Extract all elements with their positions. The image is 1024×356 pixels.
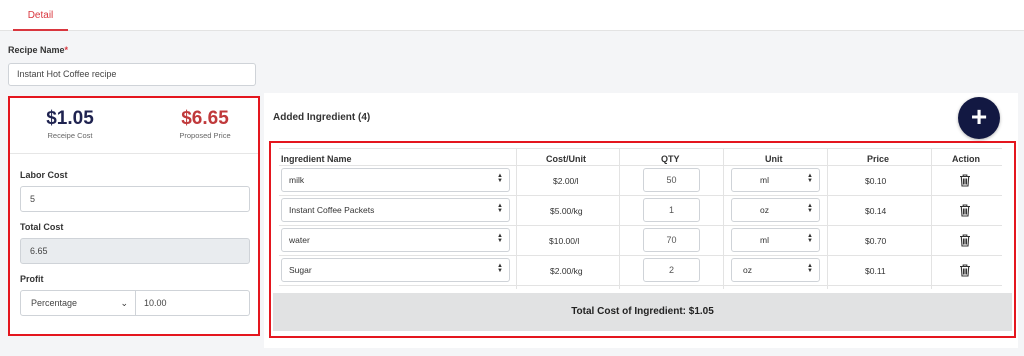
- sort-arrows-icon: ▲ ▼: [807, 203, 813, 215]
- cost-unit-cell: $2.00/kg: [550, 266, 583, 276]
- qty-input[interactable]: 50: [643, 168, 700, 192]
- price-cell: $0.70: [865, 236, 887, 246]
- trash-icon[interactable]: [959, 234, 971, 247]
- recipe-cost-block: $1.05 Receipe Cost: [40, 108, 100, 140]
- profit-type-select[interactable]: Percentage ⌄: [20, 290, 136, 316]
- table-line: [279, 225, 1002, 226]
- table-line: [279, 255, 1002, 256]
- ingredient-select[interactable]: Instant Coffee Packets ▲ ▼: [281, 198, 510, 222]
- proposed-price-label: Proposed Price: [179, 131, 231, 140]
- profit-value-input[interactable]: 10.00: [136, 290, 250, 316]
- proposed-price-block: $6.65 Proposed Price: [170, 108, 240, 140]
- trash-icon[interactable]: [959, 204, 971, 217]
- trash-icon[interactable]: [959, 174, 971, 187]
- profit-label: Profit: [20, 274, 44, 284]
- total-cost-label: Total Cost: [20, 222, 64, 232]
- total-cost-input: 6.65: [20, 238, 250, 264]
- price-cell: $0.11: [865, 266, 886, 276]
- table-line: [279, 148, 1002, 149]
- sort-arrows-icon: ▲ ▼: [807, 173, 813, 185]
- column-header-qty: QTY: [661, 154, 680, 164]
- table-line: [516, 148, 517, 289]
- total-cost-of-ingredient: Total Cost of Ingredient: $1.05: [273, 293, 1012, 331]
- table-line: [619, 148, 620, 289]
- sort-arrows-icon: ▲ ▼: [497, 233, 503, 245]
- ingredient-select[interactable]: water ▲ ▼: [281, 228, 510, 252]
- price-cell: $0.14: [865, 206, 887, 216]
- column-header-cost-unit: Cost/Unit: [546, 154, 586, 164]
- table-line: [279, 285, 1002, 286]
- column-header-action: Action: [952, 154, 980, 164]
- recipe-cost-value: $1.05: [46, 108, 94, 129]
- unit-select[interactable]: oz ▲ ▼: [731, 198, 820, 222]
- sort-arrows-icon: ▲ ▼: [497, 263, 503, 275]
- table-line: [827, 148, 828, 289]
- sort-arrows-icon: ▲ ▼: [807, 233, 813, 245]
- column-header-ingredient: Ingredient Name: [281, 154, 352, 164]
- table-line: [279, 165, 1002, 166]
- added-ingredient-title: Added Ingredient (4): [273, 112, 371, 123]
- table-line: [279, 195, 1002, 196]
- labor-cost-input[interactable]: 5: [20, 186, 250, 212]
- tab-detail[interactable]: Detail: [13, 10, 68, 31]
- recipe-name-label: Recipe Name*: [8, 45, 69, 55]
- unit-select[interactable]: ml ▲ ▼: [731, 168, 820, 192]
- divider: [10, 153, 258, 154]
- sort-arrows-icon: ▲ ▼: [497, 173, 503, 185]
- recipe-name-input[interactable]: Instant Hot Coffee recipe: [8, 63, 256, 86]
- trash-icon[interactable]: [959, 264, 971, 277]
- qty-input[interactable]: 70: [643, 228, 700, 252]
- unit-select[interactable]: oz ▲ ▼: [731, 258, 820, 282]
- qty-input[interactable]: 1: [643, 198, 700, 222]
- recipe-cost-label: Receipe Cost: [47, 131, 93, 140]
- cost-unit-cell: $2.00/l: [553, 176, 579, 186]
- ingredients-card: Added Ingredient (4) + Ingredient Name C…: [264, 93, 1018, 348]
- sort-arrows-icon: ▲ ▼: [497, 203, 503, 215]
- cost-unit-cell: $5.00/kg: [550, 206, 583, 216]
- cost-summary-card: $1.05 Receipe Cost $6.65 Proposed Price …: [8, 96, 260, 336]
- chevron-down-icon: ⌄: [120, 298, 128, 308]
- labor-cost-label: Labor Cost: [20, 170, 68, 180]
- table-line: [931, 148, 932, 289]
- proposed-price-value: $6.65: [181, 108, 229, 129]
- ingredient-select[interactable]: Sugar ▲ ▼: [281, 258, 510, 282]
- column-header-unit: Unit: [765, 154, 783, 164]
- tab-bar: Detail: [0, 0, 1024, 31]
- add-ingredient-button[interactable]: +: [958, 97, 1000, 139]
- ingredient-select[interactable]: milk ▲ ▼: [281, 168, 510, 192]
- column-header-price: Price: [867, 154, 890, 164]
- qty-input[interactable]: 2: [643, 258, 700, 282]
- unit-select[interactable]: ml ▲ ▼: [731, 228, 820, 252]
- table-line: [723, 148, 724, 289]
- cost-unit-cell: $10.00/l: [549, 236, 580, 246]
- ingredients-table: Ingredient Name Cost/Unit QTY Unit Price…: [269, 141, 1016, 338]
- sort-arrows-icon: ▲ ▼: [807, 263, 813, 275]
- price-cell: $0.10: [865, 176, 887, 186]
